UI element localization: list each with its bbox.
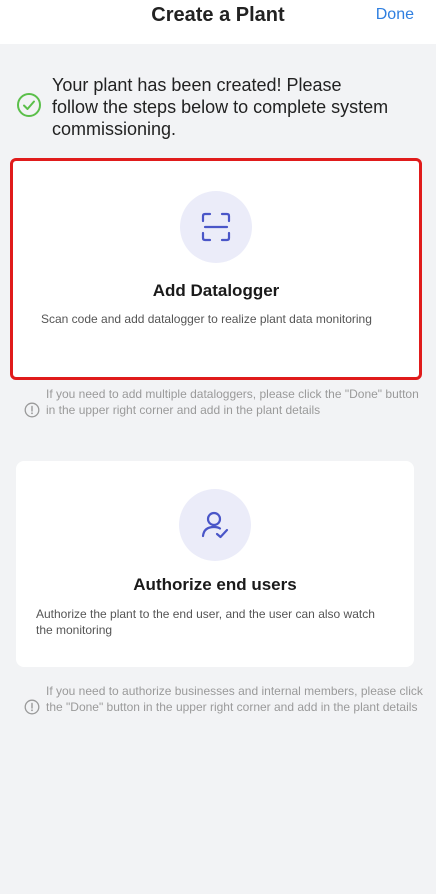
top-bar: Create a Plant Done [0,0,436,44]
tip-add-datalogger: If you need to add multiple dataloggers,… [24,386,426,418]
user-authorize-icon [201,511,229,539]
page-title: Create a Plant [151,4,285,26]
scan-icon-circle [180,191,252,263]
add-datalogger-card[interactable]: Add Datalogger Scan code and add datalog… [10,158,422,380]
authorize-end-users-card[interactable]: Authorize end users Authorize the plant … [16,461,414,667]
tip-text: If you need to authorize businesses and … [46,684,423,714]
success-message: Your plant has been created! Please foll… [16,74,420,144]
done-button[interactable]: Done [376,6,414,24]
user-icon-circle [179,489,251,561]
success-text: Your plant has been created! Please foll… [52,75,389,139]
scan-icon [201,212,231,242]
card-description: Authorize the plant to the end user, and… [36,607,375,637]
card-title: Add Datalogger [152,281,280,300]
tip-authorize-users: If you need to authorize businesses and … [24,683,426,715]
check-circle-icon [17,93,41,117]
info-icon [24,699,40,715]
card-title: Authorize end users [133,575,297,594]
card-description: Scan code and add datalogger to realize … [41,312,372,326]
info-icon [24,402,40,418]
tip-text: If you need to add multiple dataloggers,… [46,387,419,417]
